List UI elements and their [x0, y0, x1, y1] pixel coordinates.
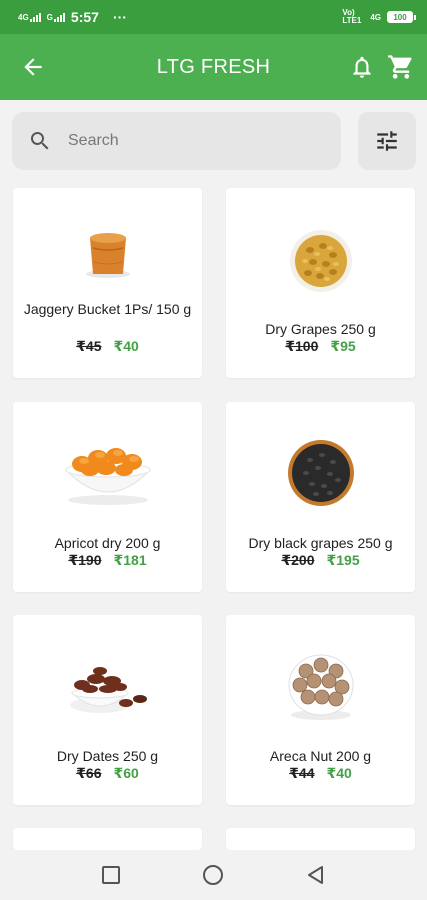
product-card[interactable]: Dry black grapes 250 g ₹200 ₹195 [226, 402, 415, 592]
product-card[interactable]: Jaggery Bucket 1Ps/ 150 g ₹45 ₹40 [13, 188, 202, 378]
bell-icon [353, 56, 371, 78]
product-name: Areca Nut 200 g [269, 748, 372, 764]
filter-sliders-icon [377, 131, 397, 151]
price-row: ₹44 ₹40 [226, 765, 415, 782]
cart-button[interactable] [387, 53, 415, 81]
search-box[interactable] [12, 112, 341, 170]
original-price: ₹190 [68, 552, 102, 568]
price-row: ₹45 ₹40 [13, 338, 202, 355]
recent-apps-square-icon[interactable] [101, 865, 121, 885]
network-type-3: 4G [370, 12, 381, 22]
original-price: ₹200 [281, 552, 315, 568]
status-bar: 4G G 5:57 ··· Vo) LTE1 4G 100 [0, 0, 427, 34]
product-name: Apricot dry 200 g [54, 535, 161, 551]
app-bar: LTG FRESH [0, 34, 427, 100]
price-row: ₹200 ₹195 [226, 552, 415, 569]
back-arrow-icon [24, 58, 42, 76]
product-card[interactable] [13, 828, 202, 850]
bowl-dates-icon [69, 667, 147, 713]
back-triangle-icon[interactable] [306, 865, 326, 885]
product-card[interactable]: Areca Nut 200 g ₹44 ₹40 [226, 615, 415, 805]
product-card[interactable] [226, 828, 415, 850]
discount-price: ₹181 [113, 552, 147, 568]
discount-price: ₹40 [113, 338, 139, 354]
filter-button[interactable] [358, 112, 416, 170]
product-card[interactable]: Dry Grapes 250 g ₹100 ₹95 [226, 188, 415, 378]
bowl-apricots-icon [64, 448, 151, 505]
notifications-button[interactable] [349, 54, 375, 80]
product-name: Dry Dates 250 g [56, 748, 159, 764]
system-navigation-bar [0, 850, 427, 900]
cart-icon [388, 55, 412, 79]
discount-price: ₹195 [326, 552, 360, 568]
status-dots: ··· [112, 9, 127, 25]
network-type-1: 4G [18, 12, 29, 22]
signal-icon-2: G [46, 12, 65, 22]
volte-indicator: Vo) LTE1 [342, 8, 362, 25]
price-row: ₹66 ₹60 [13, 765, 202, 782]
bowl-raisins-icon [289, 230, 352, 292]
home-circle-icon[interactable] [202, 864, 224, 886]
discount-price: ₹95 [330, 338, 356, 354]
battery-level: 100 [393, 12, 407, 22]
product-name: Dry Grapes 250 g [265, 321, 376, 337]
discount-price: ₹40 [326, 765, 352, 781]
price-row: ₹100 ₹95 [226, 338, 415, 355]
bowl-areca-nuts-icon [287, 654, 354, 720]
product-name: Jaggery Bucket 1Ps/ 150 g [23, 301, 192, 317]
status-right: Vo) LTE1 4G 100 [342, 8, 416, 25]
network-type-2: G [46, 12, 53, 22]
status-left: 4G G 5:57 ··· [18, 9, 127, 25]
search-input[interactable] [68, 132, 308, 150]
product-card[interactable]: Dry Dates 250 g ₹66 ₹60 [13, 615, 202, 805]
bowl-black-grapes-icon [287, 440, 354, 506]
discount-price: ₹60 [113, 765, 139, 781]
jaggery-bucket-icon [85, 233, 130, 278]
signal-icon-1: 4G [18, 12, 41, 22]
original-price: ₹44 [289, 765, 315, 781]
product-card[interactable]: Apricot dry 200 g ₹190 ₹181 [13, 402, 202, 592]
search-icon [31, 132, 49, 150]
back-button[interactable] [20, 54, 46, 80]
original-price: ₹66 [76, 765, 102, 781]
original-price: ₹100 [285, 338, 319, 354]
page-title: LTG FRESH [156, 55, 271, 78]
product-name: Dry black grapes 250 g [248, 535, 393, 551]
price-row: ₹190 ₹181 [13, 552, 202, 569]
original-price: ₹45 [76, 338, 102, 354]
battery-icon: 100 [387, 11, 416, 23]
status-time: 5:57 [70, 9, 99, 25]
